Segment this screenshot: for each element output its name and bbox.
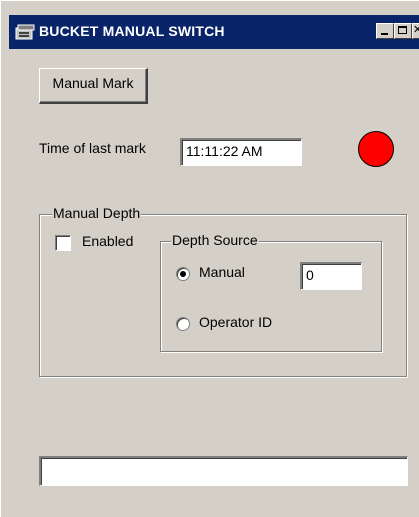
manual-radio[interactable]: [176, 267, 190, 281]
close-button[interactable]: [412, 23, 419, 39]
title-bar[interactable]: BUCKET MANUAL SWITCH: [9, 15, 419, 49]
manual-depth-input[interactable]: 0: [300, 262, 362, 290]
manual-depth-group-title: Manual Depth: [52, 205, 142, 221]
mark-status-indicator: [358, 131, 394, 167]
manual-mark-button-label: Manual Mark: [52, 75, 134, 91]
app-window-icon: [15, 24, 35, 40]
depth-source-group: [160, 241, 382, 352]
time-of-last-mark-value: 11:11:22 AM: [186, 143, 263, 159]
minimize-button[interactable]: [376, 23, 394, 39]
depth-source-group-title: Depth Source: [171, 232, 259, 248]
maximize-button[interactable]: [394, 23, 412, 39]
manual-mark-button[interactable]: Manual Mark: [39, 68, 148, 104]
time-of-last-mark-field[interactable]: 11:11:22 AM: [180, 138, 302, 166]
time-of-last-mark-label: Time of last mark: [39, 140, 146, 156]
enabled-label: Enabled: [82, 233, 134, 249]
operator-id-radio-label: Operator ID: [199, 314, 273, 330]
status-field[interactable]: [39, 456, 408, 486]
enabled-checkbox[interactable]: [55, 235, 71, 251]
manual-radio-label: Manual: [199, 264, 245, 280]
manual-depth-value: 0: [306, 267, 314, 283]
window-title: BUCKET MANUAL SWITCH: [39, 23, 225, 39]
bucket-manual-switch-window: BUCKET MANUAL SWITCH Manual Mark Time of…: [0, 0, 419, 517]
operator-id-radio[interactable]: [176, 317, 190, 331]
